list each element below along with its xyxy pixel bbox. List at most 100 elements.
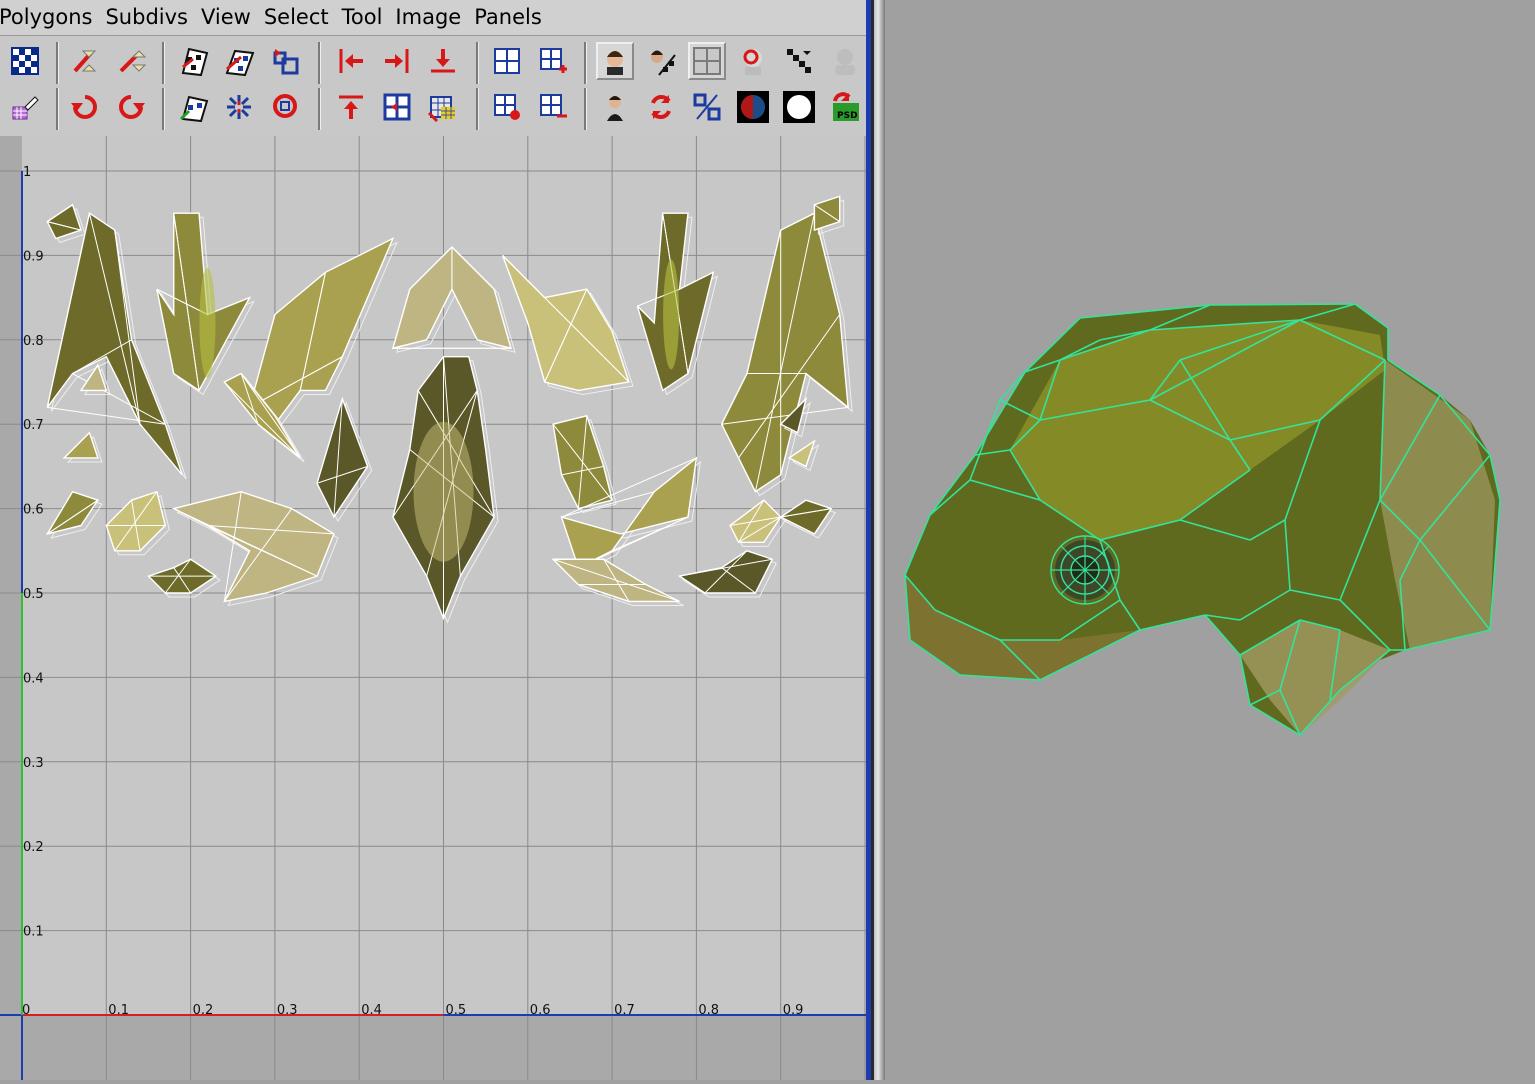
isolate-head-icon (743, 49, 762, 75)
uv-tick-label-u: 0 (22, 1003, 30, 1018)
panel-splitter[interactable] (871, 0, 885, 1080)
uv-back-stripe (663, 259, 680, 370)
toolbar-separator (584, 88, 587, 130)
relax-icon (227, 95, 251, 119)
toolbar-separator (162, 88, 165, 130)
texture-grid-icon (427, 96, 455, 123)
white-sphere-button[interactable] (780, 88, 818, 126)
uv-body-highlight (413, 421, 474, 562)
rotate-ccw-button[interactable] (66, 88, 104, 126)
center-grid-icon (383, 93, 411, 121)
layout-loop-button[interactable] (266, 88, 304, 126)
grid-toggle-button[interactable] (688, 42, 726, 80)
grid-remove-icon (494, 94, 520, 120)
ghost-head-icon (835, 49, 855, 75)
align-left-button[interactable] (332, 42, 370, 80)
align-right-icon (385, 49, 409, 73)
uv-layout-canvas[interactable]: 0 0.1 0.2 0.3 0.4 0.5 0.6 0.7 0.8 0.9 0.1 0.2 0.3 0.4… (0, 136, 868, 1080)
uv-pick-icon (12, 96, 39, 120)
toolbar-separator (56, 42, 59, 84)
flip-u-icon (73, 50, 97, 73)
uv-tick-label-v: 0.8 (23, 334, 44, 349)
uv-tick-label-v: 1 (23, 165, 31, 180)
menu-select[interactable]: Select (257, 0, 335, 35)
flip-u-button[interactable] (66, 42, 104, 80)
texture-grid-button[interactable] (424, 88, 462, 126)
cycle-uvs-icon (273, 49, 299, 75)
grid-remove-button[interactable] (488, 88, 526, 126)
menu-bar: Polygons Subdivs View Select Tool Image Panels (0, 0, 868, 36)
menu-tool[interactable]: Tool (335, 0, 389, 35)
uv-pick-button[interactable] (6, 88, 44, 126)
ghost-head-button[interactable] (826, 42, 864, 80)
psd-button[interactable]: PSD (826, 88, 864, 126)
menu-panels[interactable]: Panels (467, 0, 548, 35)
portrait-button[interactable] (596, 88, 634, 126)
align-top-icon (339, 95, 363, 119)
toolbar-separator (584, 42, 587, 84)
toolbar-separator (318, 88, 321, 130)
align-left-icon (339, 49, 363, 73)
uv-tick-label-u: 0.8 (698, 1003, 719, 1018)
uv-tick-label-v: 0.9 (23, 249, 44, 264)
svg-text:PSD: PSD (837, 111, 858, 121)
perspective-viewport[interactable] (885, 0, 1535, 1080)
toolbar-separator (476, 42, 479, 84)
frog-model[interactable] (885, 0, 1535, 1080)
uv-back-stripe (199, 267, 216, 378)
align-top-button[interactable] (332, 88, 370, 126)
cycle-uvs-button[interactable] (266, 42, 304, 80)
checker-small-icon (787, 49, 811, 73)
shaded-sphere-icon (737, 91, 769, 123)
frog-wire-edge (1209, 303, 1356, 306)
unfold-button[interactable] (174, 88, 212, 126)
toolbar-separator (476, 88, 479, 130)
grid-add-icon (540, 48, 567, 73)
uv-tick-label-u: 0.4 (361, 1003, 382, 1018)
rotate-cw-button[interactable] (112, 88, 150, 126)
center-grid-button[interactable] (378, 88, 416, 126)
uv-tick-label-u: 0.2 (193, 1003, 214, 1018)
view-face-uv-button[interactable] (642, 42, 680, 80)
toolbar-separator (56, 88, 59, 130)
uv-tick-label-u: 0.9 (783, 1003, 804, 1018)
grid-minus-icon (540, 94, 567, 118)
menu-polygons[interactable]: Polygons (0, 0, 98, 35)
grid-minus-button[interactable] (534, 88, 572, 126)
percent-button[interactable] (688, 88, 726, 126)
uv-tick-label-v: 0.7 (23, 418, 44, 433)
menu-image[interactable]: Image (388, 0, 467, 35)
uv-grid-view[interactable]: 0 0.1 0.2 0.3 0.4 0.5 0.6 0.7 0.8 0.9 0.1 0.2 0.3 0.4… (0, 136, 868, 1080)
flip-v-button[interactable] (112, 42, 150, 80)
view-face-button[interactable] (596, 42, 634, 80)
percent-icon (693, 93, 721, 121)
menu-view[interactable]: View (194, 0, 257, 35)
grid-layout-button[interactable] (488, 42, 526, 80)
view-face-icon (607, 51, 623, 75)
relax-button[interactable] (220, 88, 258, 126)
align-right-button[interactable] (378, 42, 416, 80)
grid-toggle-icon (693, 47, 721, 75)
refresh-button[interactable] (642, 88, 680, 126)
snapshot-checker-icon (181, 47, 209, 77)
portrait-icon (607, 96, 623, 121)
grid-add-button[interactable] (534, 42, 572, 80)
snapshot-checker2-button[interactable] (220, 42, 258, 80)
checker-tile-button[interactable] (6, 42, 44, 80)
checker-small-button[interactable] (780, 42, 818, 80)
snapshot-checker-button[interactable] (174, 42, 212, 80)
uv-tick-label-v: 0.3 (23, 756, 44, 771)
uv-tick-label-u: 0.7 (614, 1003, 635, 1018)
layout-loop-icon (273, 94, 297, 118)
checker-tile-icon (11, 47, 39, 75)
refresh-icon (651, 95, 671, 119)
uv-tick-label-u: 0.3 (277, 1003, 298, 1018)
flip-v-icon (119, 50, 147, 73)
toolbar-separator (318, 42, 321, 84)
rotate-ccw-icon (71, 95, 97, 119)
menu-subdivs[interactable]: Subdivs (98, 0, 194, 35)
psd-icon: PSD (833, 92, 859, 121)
shaded-sphere-button[interactable] (734, 88, 772, 126)
isolate-head-button[interactable] (734, 42, 772, 80)
align-bottom-button[interactable] (424, 42, 462, 80)
